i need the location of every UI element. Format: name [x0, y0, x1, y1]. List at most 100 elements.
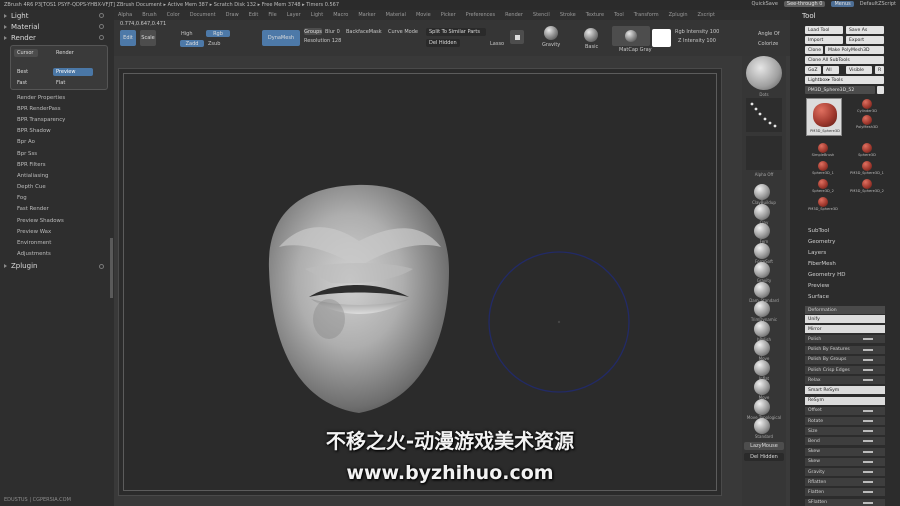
tool-section-surface[interactable]: Surface — [808, 294, 829, 300]
brush-clay-icon[interactable] — [754, 203, 770, 220]
menu-macro[interactable]: Macro — [333, 12, 348, 18]
deformation-sflatten[interactable]: SFlatten — [805, 498, 885, 506]
deformation-slider-bar[interactable] — [863, 358, 873, 361]
menu-zplugin[interactable]: Zplugin — [669, 12, 688, 18]
tool-thumb[interactable]: Sphere3D_1 — [808, 160, 838, 176]
brush-inflat-icon[interactable] — [754, 359, 770, 376]
render-item-environment[interactable]: Environment — [0, 237, 114, 248]
deformation-flatten[interactable]: Flatten — [805, 488, 885, 497]
default-zscript-button[interactable]: DefaultZScript — [860, 1, 896, 7]
brush-move-icon[interactable] — [754, 340, 770, 356]
tray-resize-handle[interactable] — [110, 238, 113, 298]
brush-dam_standard-icon[interactable] — [754, 281, 770, 298]
menu-brush[interactable]: Brush — [142, 12, 156, 18]
clone-button[interactable]: Clone — [805, 46, 823, 54]
clone-all-subtools-button[interactable]: Clone All SubTools — [805, 56, 884, 64]
backface-mask-toggle[interactable]: BackfaceMask — [346, 29, 382, 35]
menu-draw[interactable]: Draw — [226, 12, 239, 18]
tool-thumb[interactable]: PM3D_Sphere3D — [806, 98, 842, 136]
export-button[interactable]: Export — [846, 36, 884, 44]
tool-section-geometry-hd[interactable]: Geometry HD — [808, 272, 846, 278]
stroke-dots-icon[interactable] — [746, 98, 782, 132]
tool-thumb[interactable]: PM3D_Sphere3D_2 — [850, 178, 884, 194]
deformation-polish-by-features[interactable]: Polish By Features — [805, 345, 885, 354]
tool-thumb[interactable]: Cylinder3D — [852, 98, 882, 114]
color-swatch[interactable] — [652, 29, 671, 47]
menu-picker[interactable]: Picker — [441, 12, 456, 18]
tool-thumb[interactable]: PM3D_Sphere3D_1 — [850, 160, 884, 176]
tool-section-layers[interactable]: Layers — [808, 250, 826, 256]
tool-title[interactable]: Tool — [802, 12, 816, 20]
see-through-slider[interactable]: See-through 0 — [783, 1, 826, 7]
menu-document[interactable]: Document — [190, 12, 216, 18]
deformation-slider-bar[interactable] — [863, 491, 873, 494]
resolution-slider[interactable]: Resolution 128 — [304, 38, 341, 44]
zsub-toggle[interactable]: Zsub — [208, 41, 220, 47]
curve-mode-toggle[interactable]: Curve Mode — [388, 29, 418, 35]
render-item-bpr-renderpass[interactable]: BPR RenderPass — [0, 103, 114, 114]
menu-layer[interactable]: Layer — [287, 12, 301, 18]
render-item-depth-cue[interactable]: Depth Cue — [0, 182, 114, 193]
menu-edit[interactable]: Edit — [249, 12, 259, 18]
stop-icon[interactable] — [510, 30, 524, 44]
brush-hpolish-icon[interactable] — [754, 320, 770, 337]
tool-section-preview[interactable]: Preview — [808, 283, 829, 289]
menu-tool[interactable]: Tool — [614, 12, 624, 18]
tool-thumb[interactable]: PolyMesh3D — [852, 114, 882, 130]
render-item-fast-render[interactable]: Fast Render — [0, 204, 114, 215]
preview-button[interactable]: Preview — [53, 68, 93, 76]
menu-zscript[interactable]: Zscript — [698, 12, 715, 18]
save-as-button[interactable]: Save As — [846, 26, 884, 34]
mouth-sculpt-mesh[interactable] — [268, 184, 449, 413]
all-button[interactable]: All — [823, 66, 839, 74]
menu-render[interactable]: Render — [505, 12, 523, 18]
deformation-offset[interactable]: Offset — [805, 406, 885, 415]
pin-icon[interactable] — [99, 263, 104, 269]
menu-transform[interactable]: Transform — [634, 12, 659, 18]
deformation-polish[interactable]: Polish — [805, 335, 885, 344]
edit-button[interactable]: Edit — [120, 30, 136, 46]
deformation-polish-crisp-edges[interactable]: Polish Crisp Edges — [805, 366, 885, 374]
tool-section-subtool[interactable]: SubTool — [808, 228, 829, 234]
render-item-bpr-filters[interactable]: BPR Filters — [0, 159, 114, 170]
fast-button[interactable]: Fast — [14, 79, 38, 87]
tool-thumb[interactable]: SimpleBrush — [808, 142, 838, 158]
split-similar-parts-button[interactable]: Split To Similar Parts — [426, 28, 486, 36]
menu-alpha[interactable]: Alpha — [118, 12, 132, 18]
menu-stencil[interactable]: Stencil — [533, 12, 550, 18]
goz-button[interactable]: GoZ — [805, 66, 821, 74]
render-item-bpr-sss[interactable]: Bpr Sss — [0, 148, 114, 159]
rgb-intensity-slider[interactable]: Rgb Intensity 100 — [675, 29, 719, 35]
deformation-rotate[interactable]: Rotate — [805, 417, 885, 425]
deformation-slider-bar[interactable] — [863, 348, 873, 351]
scale-button[interactable]: Scale — [140, 30, 156, 46]
deformation-slider-bar[interactable] — [863, 501, 873, 504]
import-button[interactable]: Import — [805, 36, 843, 44]
z-intensity-slider[interactable]: Z Intensity 100 — [678, 38, 716, 44]
render-item-preview-wax[interactable]: Preview Wax — [0, 226, 114, 237]
brush-gravity-icon[interactable] — [754, 262, 770, 278]
basic-material-icon[interactable] — [584, 28, 598, 42]
brush-preview-icon[interactable] — [746, 56, 782, 90]
render-button[interactable]: Render — [53, 49, 81, 57]
menu-color[interactable]: Color — [167, 12, 180, 18]
menu-file[interactable]: File — [268, 12, 276, 18]
deformation-mirror[interactable]: Mirror — [805, 325, 885, 334]
render-item-antialiasing[interactable]: Antialiasing — [0, 170, 114, 181]
cursor-button[interactable]: Cursor — [14, 49, 38, 57]
light-palette-header[interactable]: Light — [0, 10, 114, 21]
tool-thumb[interactable]: Sphere3D_2 — [808, 178, 838, 194]
make-polymesh3d-button[interactable]: Make PolyMesh3D — [825, 46, 884, 54]
render-item-render-properties[interactable]: Render Properties — [0, 92, 114, 103]
menu-marker[interactable]: Marker — [358, 12, 375, 18]
tool-section-geometry[interactable]: Geometry — [808, 239, 835, 245]
lightbox-tools-button[interactable]: Lightbox▸ Tools — [805, 76, 884, 84]
menu-movie[interactable]: Movie — [416, 12, 431, 18]
current-tool-slider[interactable]: PM3D_Sphere3D_52 — [805, 86, 875, 94]
blur-slider[interactable]: Blur 0 — [325, 29, 340, 35]
render-item-bpr-transparency[interactable]: BPR Transparency — [0, 114, 114, 125]
matcap-material-button[interactable] — [612, 26, 650, 46]
brush-move-icon[interactable] — [754, 379, 770, 395]
gravity-brush-icon[interactable] — [544, 26, 558, 40]
colorize-toggle[interactable]: Colorize — [758, 41, 778, 47]
